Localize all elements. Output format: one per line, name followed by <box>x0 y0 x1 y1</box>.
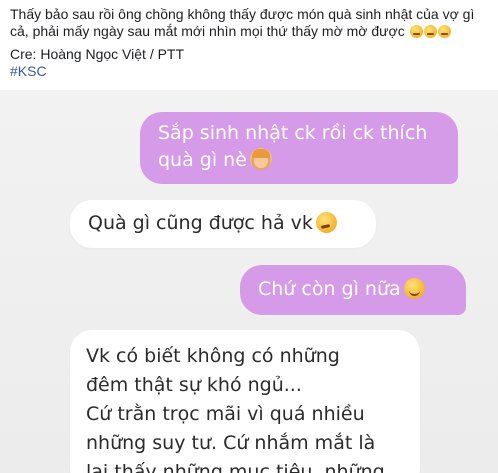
post-text-line-1: Thấy bảo sau rồi ông chồng không thấy đư… <box>10 6 475 22</box>
message-line: Chứ còn gì nữa <box>258 278 401 300</box>
chat-message-incoming-2: Vk có biết không có những đêm thật sự kh… <box>70 330 420 473</box>
tired-face-icon <box>423 25 437 38</box>
post-text-line-2-text: cả, phải mấy ngày sau mắt mới nhìn mọi t… <box>10 23 405 39</box>
tired-face-icon <box>437 25 451 38</box>
thinking-face-icon <box>315 212 337 233</box>
message-line: lại thấy những mục tiêu, những <box>86 461 385 473</box>
post-credit: Cre: Hoàng Ngọc Việt / PTT <box>10 46 185 62</box>
post-text-line-2: cả, phải mấy ngày sau mắt mới nhìn mọi t… <box>10 23 490 40</box>
message-line: đêm thật sự khó ngủ... <box>86 374 302 396</box>
message-line: Quà gì cũng được hả vk <box>88 212 313 234</box>
chat-screenshot: Sắp sinh nhật ck rồi ck thích quà gì nè … <box>0 90 498 473</box>
post-caption: Thấy bảo sau rồi ông chồng không thấy đư… <box>10 6 490 80</box>
woman-tipping-hand-icon <box>249 148 272 170</box>
post-hashtag[interactable]: #KSC <box>10 63 490 80</box>
message-line: Sắp sinh nhật ck rồi ck thích <box>158 122 428 144</box>
post-emoji-group <box>409 23 451 39</box>
message-line: Cứ trằn trọc mãi vì quá nhiều <box>86 403 365 425</box>
message-line: quà gì nè <box>158 149 247 171</box>
chat-message-incoming-1: Quà gì cũng được hả vk <box>70 200 376 248</box>
tired-face-icon <box>409 25 423 38</box>
chat-message-outgoing-2: Chứ còn gì nữa <box>240 265 466 315</box>
chat-message-outgoing-1: Sắp sinh nhật ck rồi ck thích quà gì nè <box>140 112 458 184</box>
message-line: Vk có biết không có những <box>86 345 340 367</box>
message-line: những suy tư. Cứ nhắm mắt là <box>86 432 376 454</box>
message-line-with-emoji: quà gì nè <box>158 147 440 174</box>
relieved-face-icon <box>403 278 425 299</box>
